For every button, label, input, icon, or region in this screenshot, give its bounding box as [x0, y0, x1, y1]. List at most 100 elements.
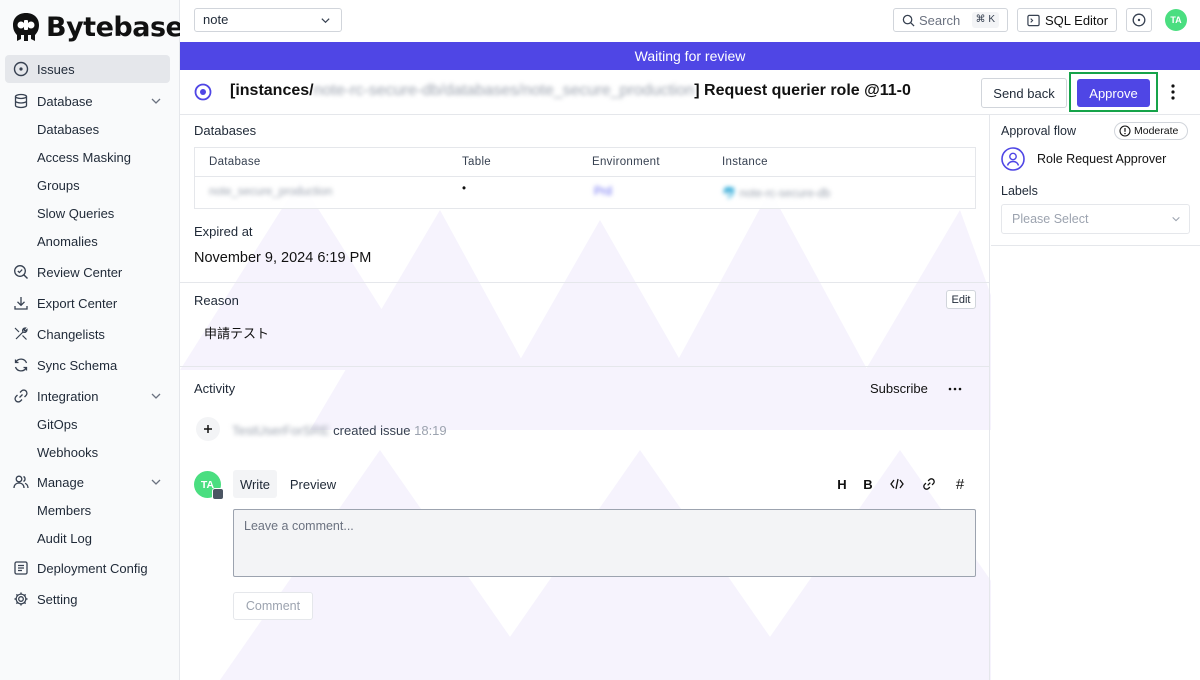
cell-table: •: [462, 183, 467, 195]
approver-user-icon: [1001, 147, 1025, 171]
labels-select[interactable]: Please Select: [1001, 204, 1190, 234]
project-select-value: note: [203, 12, 229, 27]
gear-icon: [12, 591, 29, 608]
sidebar-item-webhooks[interactable]: Webhooks: [5, 438, 170, 466]
user-avatar[interactable]: TA: [1165, 9, 1187, 31]
issue-detail: [instances/note-rc-secure-db/databases/n…: [180, 70, 1200, 680]
code-tool[interactable]: [888, 475, 906, 493]
expired-value: November 9, 2024 6:19 PM: [194, 250, 372, 266]
sidebar-item-access-masking[interactable]: Access Masking: [5, 143, 170, 171]
circle-dot-icon: [1132, 13, 1146, 27]
bytebase-logo[interactable]: Bytebase: [10, 10, 184, 44]
divider: [991, 245, 1200, 246]
sidebar-item-review-center[interactable]: Review Center: [5, 258, 170, 286]
circle-dot-icon: [12, 61, 29, 78]
issue-title: [instances/note-rc-secure-db/databases/n…: [230, 82, 911, 100]
tools-icon: [12, 326, 29, 343]
sidebar-item-database[interactable]: Database: [5, 87, 170, 115]
approve-highlight: Approve: [1069, 72, 1158, 112]
comment-input[interactable]: Leave a comment...: [233, 509, 976, 577]
sidebar-item-integration[interactable]: Integration: [5, 382, 170, 410]
sidebar-item-anomalies[interactable]: Anomalies: [5, 227, 170, 255]
sidebar-item-label: Sync Schema: [37, 357, 118, 373]
approval-flow-label: Approval flow: [1001, 124, 1077, 138]
link-icon: [12, 388, 29, 405]
sidebar-item-setting[interactable]: Setting: [5, 585, 170, 613]
info-icon: [1119, 125, 1131, 137]
expired-label: Expired at: [194, 224, 253, 239]
heading-tool[interactable]: H: [833, 475, 851, 493]
instance-engine-icon: 🐬: [722, 188, 740, 200]
sidebar-item-label: Integration: [37, 388, 99, 404]
approver-name: Role Request Approver: [1037, 152, 1167, 166]
chevron-down-icon: [1172, 216, 1180, 222]
issue-title-prefix: [instances/: [230, 82, 314, 99]
chevron-down-icon: [151, 393, 161, 399]
sidebar-item-label: Export Center: [37, 295, 118, 311]
sidebar-item-deployment-config[interactable]: Deployment Config: [5, 554, 170, 582]
comment-button[interactable]: Comment: [233, 592, 313, 620]
activity-action: created issue: [333, 423, 411, 438]
more-horizontal-icon[interactable]: [948, 387, 962, 391]
tab-preview[interactable]: Preview: [284, 470, 342, 498]
sidebar-item-members[interactable]: Members: [5, 496, 170, 524]
divider: [180, 282, 990, 283]
sidebar-item-groups[interactable]: Groups: [5, 171, 170, 199]
approve-button[interactable]: Approve: [1077, 79, 1150, 107]
database-icon: [12, 93, 29, 110]
divider: [180, 366, 990, 367]
sidebar-item-sync-schema[interactable]: Sync Schema: [5, 351, 170, 379]
help-button[interactable]: [1126, 8, 1152, 32]
cell-database[interactable]: note_secure_production: [209, 186, 332, 198]
sidebar-item-label: Manage: [37, 474, 84, 490]
sidebar-item-label: Setting: [37, 591, 78, 607]
hashtag-tool[interactable]: #: [951, 475, 969, 493]
link-icon: [923, 478, 935, 490]
search-icon: [902, 14, 915, 27]
status-banner: Waiting for review: [180, 42, 1200, 70]
list-icon: [12, 560, 29, 577]
sidebar-item-export-center[interactable]: Export Center: [5, 289, 170, 317]
sql-editor-label: SQL Editor: [1045, 12, 1109, 28]
search-button[interactable]: Search ⌘ K: [893, 8, 1008, 32]
chat-icon: [212, 488, 224, 500]
chevron-down-icon: [151, 98, 161, 104]
sidebar-item-manage[interactable]: Manage: [5, 468, 170, 496]
issue-title-resource: note-rc-secure-db/databases/note_secure_…: [313, 82, 695, 99]
sidebar-item-issues[interactable]: Issues: [5, 55, 170, 83]
bold-tool[interactable]: B: [859, 475, 877, 493]
sidebar-item-label: Database: [37, 93, 93, 109]
send-back-button[interactable]: Send back: [981, 78, 1067, 108]
activity-user[interactable]: TestUserForSRE: [232, 423, 330, 438]
sql-editor-button[interactable]: SQL Editor: [1017, 8, 1117, 32]
more-vertical-icon[interactable]: [1166, 82, 1180, 102]
sidebar-nav: Issues Database Databases Access Masking…: [5, 55, 170, 613]
sidebar-item-gitops[interactable]: GitOps: [5, 410, 170, 438]
cell-environment: Prd: [594, 186, 612, 198]
bytebase-logo-icon: [13, 13, 39, 41]
subscribe-button[interactable]: Subscribe: [870, 381, 928, 396]
reason-text: 申請テスト: [204, 326, 270, 341]
brand-name: Bytebase: [46, 11, 184, 43]
terminal-icon: [1027, 14, 1040, 26]
activity-entry: TestUserForSRE created issue 18:19: [232, 423, 447, 438]
cell-instance[interactable]: 🐬 note-rc-secure-db: [722, 186, 830, 200]
databases-table: Database Table Environment Instance note…: [194, 147, 976, 209]
labels-placeholder: Please Select: [1012, 212, 1089, 226]
code-icon: [890, 478, 904, 490]
plus-icon: [204, 425, 212, 433]
sidebar-item-databases[interactable]: Databases: [5, 115, 170, 143]
risk-level: Moderate: [1134, 125, 1179, 137]
link-tool[interactable]: [920, 475, 938, 493]
column-header-environment: Environment: [592, 156, 660, 168]
search-check-icon: [12, 264, 29, 281]
project-select[interactable]: note: [194, 8, 342, 32]
tab-write[interactable]: Write: [233, 470, 277, 498]
sidebar-item-label: Review Center: [37, 264, 123, 280]
issue-header: [instances/note-rc-secure-db/databases/n…: [180, 70, 1200, 115]
sidebar-item-slow-queries[interactable]: Slow Queries: [5, 199, 170, 227]
sidebar-item-audit-log[interactable]: Audit Log: [5, 524, 170, 552]
column-header-database: Database: [209, 156, 261, 168]
edit-reason-button[interactable]: Edit: [946, 290, 976, 309]
sidebar-item-changelists[interactable]: Changelists: [5, 320, 170, 348]
